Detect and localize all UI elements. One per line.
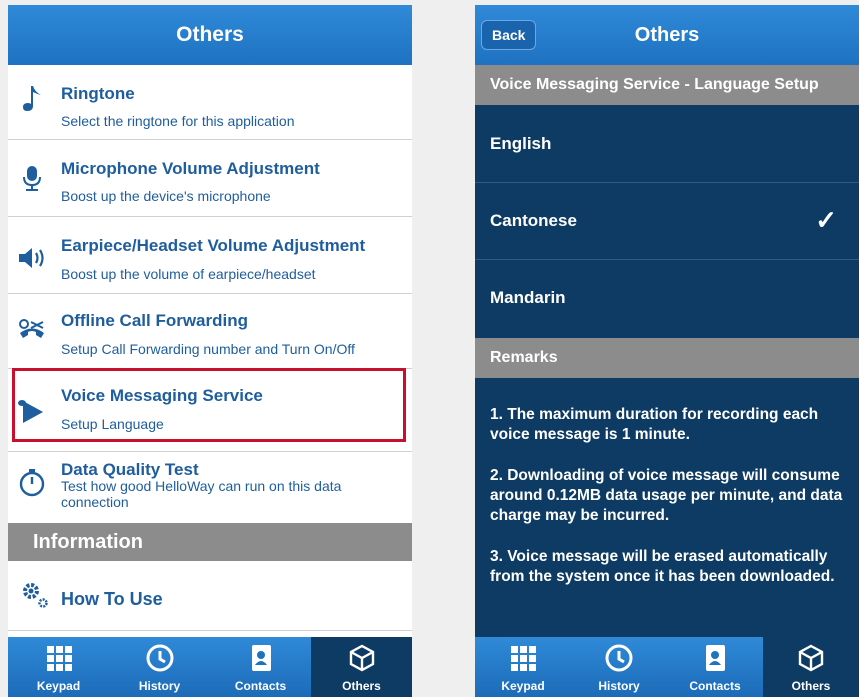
microphone-icon	[17, 163, 47, 193]
tab-others[interactable]: Others	[311, 637, 412, 697]
language-option-english[interactable]: English	[475, 106, 859, 183]
remark-text: 1. The maximum duration for recording ea…	[490, 406, 819, 443]
tab-history[interactable]: History	[109, 637, 210, 697]
gear-icon	[20, 580, 50, 610]
tab-contacts-label: Contacts	[689, 679, 741, 693]
others-screen: Others Ringtone Select the ringtone for …	[8, 5, 412, 697]
language-label: Mandarin	[490, 288, 566, 307]
contacts-icon	[700, 643, 730, 673]
checkmark-icon: ✓	[815, 205, 837, 235]
earpiece-volume-subtitle: Boost up the volume of earpiece/headset	[61, 266, 316, 282]
tab-bar: Keypad History Contacts Others	[475, 637, 859, 697]
tab-others-label: Others	[791, 679, 831, 693]
speaker-icon	[17, 243, 47, 273]
tab-others-label: Others	[342, 679, 381, 693]
section-information: Information	[8, 523, 412, 561]
data-quality-test-subtitle: Test how good HelloWay can run on this d…	[61, 478, 342, 510]
how-to-use-title: How To Use	[61, 589, 163, 609]
tab-keypad-label: Keypad	[501, 679, 545, 693]
earpiece-volume-item[interactable]: Earpiece/Headset Volume Adjustment Boost…	[8, 217, 412, 294]
clock-icon	[145, 643, 175, 673]
tab-contacts[interactable]: Contacts	[667, 637, 763, 697]
language-label: Cantonese	[490, 211, 577, 230]
earpiece-volume-title: Earpiece/Headset Volume Adjustment	[61, 236, 366, 255]
page-title: Others	[8, 5, 412, 65]
offline-call-forwarding-subtitle: Setup Call Forwarding number and Turn On…	[61, 341, 355, 357]
tab-keypad-label: Keypad	[36, 679, 81, 693]
clock-icon	[604, 643, 634, 673]
data-quality-test-item[interactable]: Data Quality Test Test how good HelloWay…	[8, 451, 412, 531]
offline-call-forwarding-item[interactable]: Offline Call Forwarding Setup Call Forwa…	[8, 294, 412, 369]
tab-contacts[interactable]: Contacts	[210, 637, 311, 697]
tab-bar: Keypad History Contacts Others	[8, 637, 412, 697]
microphone-volume-subtitle: Boost up the device's microphone	[61, 188, 271, 204]
remarks-list: 1. The maximum duration for recording ea…	[490, 405, 845, 608]
ringtone-item[interactable]: Ringtone Select the ringtone for this ap…	[8, 65, 412, 140]
data-quality-test-title: Data Quality Test	[61, 460, 199, 479]
tab-history-label: History	[138, 679, 181, 693]
language-option-mandarin[interactable]: Mandarin	[475, 260, 859, 336]
remark-text: 2. Downloading of voice message will con…	[490, 467, 843, 524]
remark-text: 3. Voice message will be erased automati…	[490, 548, 835, 585]
tab-history[interactable]: History	[571, 637, 667, 697]
ringtone-subtitle: Select the ringtone for this application	[61, 113, 295, 129]
tab-keypad[interactable]: Keypad	[8, 637, 109, 697]
tab-history-label: History	[598, 679, 640, 693]
how-to-use-item[interactable]: How To Use	[8, 562, 412, 631]
microphone-volume-item[interactable]: Microphone Volume Adjustment Boost up th…	[8, 140, 412, 217]
stopwatch-icon	[17, 467, 47, 497]
keypad-icon	[44, 643, 74, 673]
music-note-icon	[17, 83, 47, 113]
back-button[interactable]: Back	[481, 20, 537, 50]
others-icon	[796, 643, 826, 673]
tab-contacts-label: Contacts	[234, 679, 287, 693]
language-option-cantonese[interactable]: Cantonese ✓	[475, 183, 859, 260]
remarks-header: Remarks	[475, 338, 859, 378]
ringtone-title: Ringtone	[61, 84, 135, 103]
microphone-volume-title: Microphone Volume Adjustment	[61, 159, 320, 178]
language-setup-header: Voice Messaging Service - Language Setup	[475, 65, 859, 105]
others-icon	[347, 643, 377, 673]
offline-call-forwarding-title: Offline Call Forwarding	[61, 311, 249, 330]
tab-keypad[interactable]: Keypad	[475, 637, 571, 697]
language-setup-screen: Others Back Voice Messaging Service - La…	[475, 5, 859, 697]
contacts-icon	[246, 643, 276, 673]
keypad-icon	[508, 643, 538, 673]
language-label: English	[490, 134, 552, 153]
tab-others[interactable]: Others	[763, 637, 859, 697]
highlight-box	[12, 368, 406, 442]
call-forwarding-icon	[17, 316, 47, 346]
